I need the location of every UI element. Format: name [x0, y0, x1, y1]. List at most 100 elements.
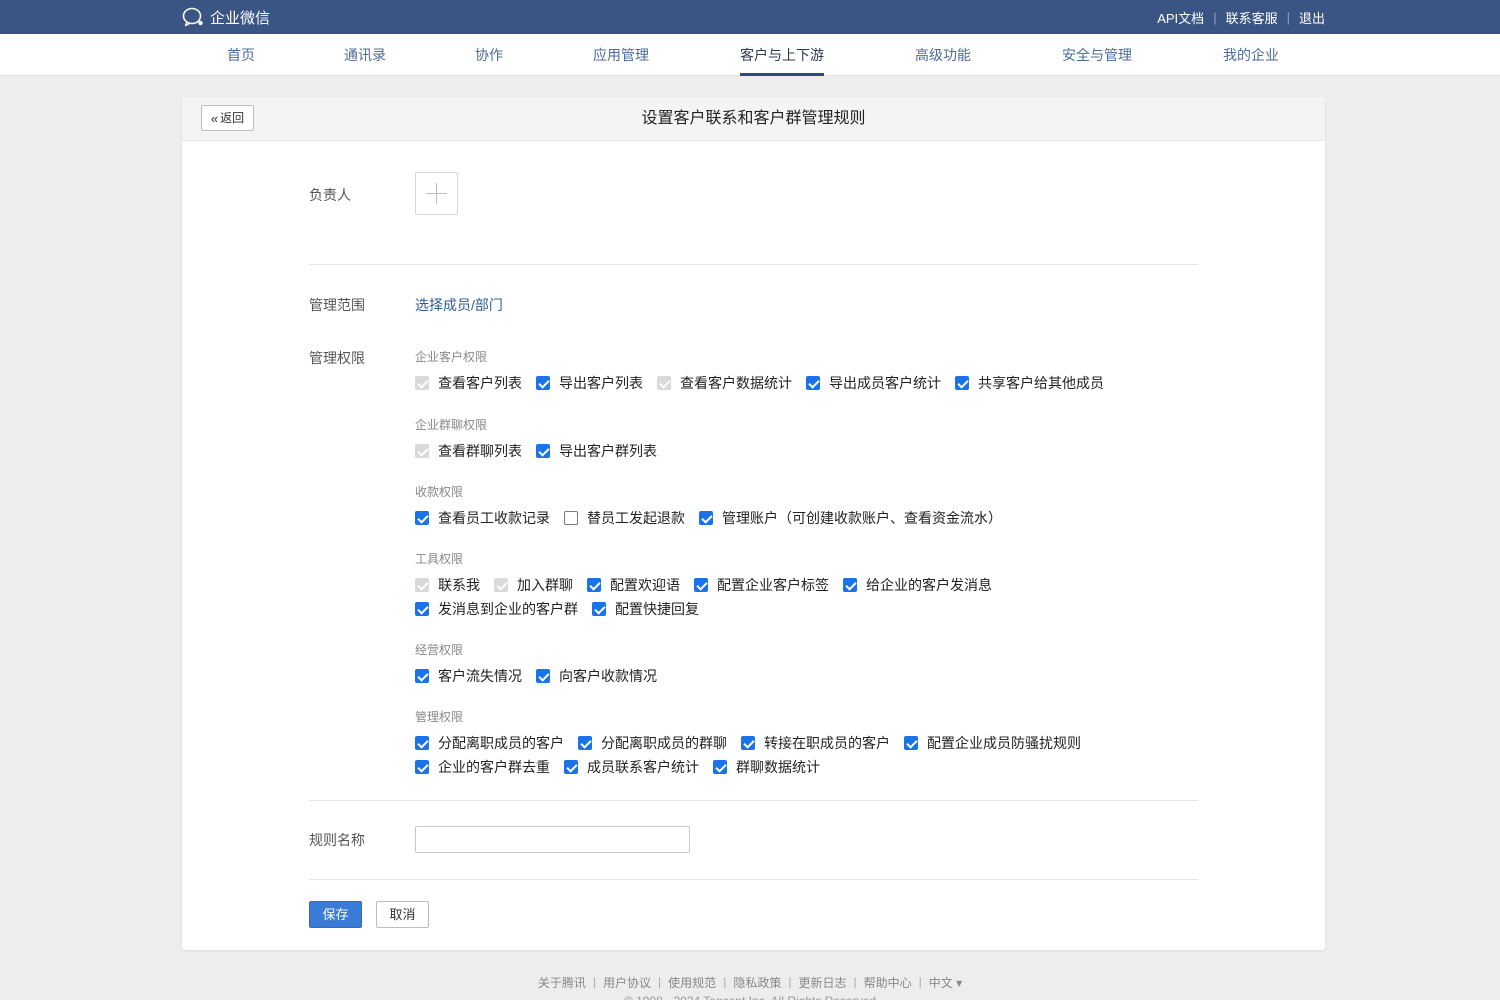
checkbox-empty-icon[interactable]: [564, 511, 578, 525]
checkbox-row: 发消息到企业的客户群 配置快捷回复: [415, 599, 713, 619]
footer-privacy-link[interactable]: 隐私政策: [733, 974, 781, 991]
footer-about-link[interactable]: 关于腾讯: [538, 974, 586, 991]
permission-checkbox[interactable]: 配置企业成员防骚扰规则: [904, 733, 1081, 753]
brand-logo[interactable]: 企业微信: [182, 6, 270, 28]
permission-label: 查看客户列表: [438, 375, 522, 391]
permission-checkbox[interactable]: 导出成员客户统计: [806, 373, 941, 393]
nav-customers[interactable]: 客户与上下游: [740, 34, 824, 76]
checkmark-icon[interactable]: [694, 578, 708, 592]
permission-checkbox[interactable]: 配置欢迎语: [587, 575, 680, 595]
copyright: © 1998 - 2024 Tencent Inc. All Rights Re…: [0, 994, 1500, 1000]
permission-checkbox[interactable]: 分配离职成员的客户: [415, 733, 564, 753]
save-button[interactable]: 保存: [309, 901, 362, 928]
checkmark-icon[interactable]: [955, 376, 969, 390]
permission-label: 配置欢迎语: [610, 577, 680, 593]
checkmark-icon[interactable]: [904, 736, 918, 750]
permission-checkbox[interactable]: 替员工发起退款: [564, 508, 685, 528]
checkbox-row: 客户流失情况 向客户收款情况: [415, 666, 671, 686]
checkmark-icon[interactable]: [699, 511, 713, 525]
checkmark-icon[interactable]: [536, 376, 550, 390]
permission-checkbox[interactable]: 给企业的客户发消息: [843, 575, 992, 595]
permissions-label: 管理权限: [309, 350, 365, 366]
permission-checkbox[interactable]: 客户流失情况: [415, 666, 522, 686]
language-select[interactable]: 中文 ▾: [929, 974, 962, 991]
permission-label: 替员工发起退款: [587, 510, 685, 526]
checkmark-icon[interactable]: [536, 444, 550, 458]
main-nav: 首页 通讯录 协作 应用管理 客户与上下游 高级功能 安全与管理 我的企业: [0, 34, 1500, 76]
permission-checkbox[interactable]: 向客户收款情况: [536, 666, 657, 686]
operations-permissions-title: 经营权限: [415, 643, 464, 657]
permission-checkbox[interactable]: 分配离职成员的群聊: [578, 733, 727, 753]
permission-checkbox: 联系我: [415, 575, 480, 595]
separator: |: [853, 975, 857, 989]
permission-label: 配置企业成员防骚扰规则: [927, 735, 1081, 751]
footer-usage-rules-link[interactable]: 使用规范: [668, 974, 716, 991]
contact-support-link[interactable]: 联系客服: [1226, 8, 1278, 27]
checkmark-icon: [415, 376, 429, 390]
checkmark-icon[interactable]: [415, 511, 429, 525]
back-button[interactable]: « 返回: [201, 105, 254, 131]
checkmark-icon[interactable]: [578, 736, 592, 750]
nav-home[interactable]: 首页: [227, 34, 255, 76]
checkmark-icon[interactable]: [806, 376, 820, 390]
api-docs-link[interactable]: API文档: [1157, 8, 1204, 27]
nav-advanced[interactable]: 高级功能: [915, 34, 971, 76]
payment-permissions-title: 收款权限: [415, 485, 464, 499]
permission-checkbox[interactable]: 配置快捷回复: [592, 599, 699, 619]
footer-changelog-link[interactable]: 更新日志: [798, 974, 846, 991]
divider: [309, 800, 1198, 801]
nav-security[interactable]: 安全与管理: [1062, 34, 1132, 76]
permission-checkbox[interactable]: 群聊数据统计: [713, 757, 820, 777]
permission-checkbox[interactable]: 企业的客户群去重: [415, 757, 550, 777]
checkmark-icon[interactable]: [415, 760, 429, 774]
permission-checkbox[interactable]: 查看员工收款记录: [415, 508, 550, 528]
rule-name-input[interactable]: [415, 826, 690, 853]
card-header: 设置客户联系和客户群管理规则 « 返回: [182, 97, 1325, 141]
permission-label: 查看员工收款记录: [438, 510, 550, 526]
permission-checkbox: 查看客户列表: [415, 373, 522, 393]
permission-checkbox[interactable]: 共享客户给其他成员: [955, 373, 1104, 393]
checkmark-icon[interactable]: [415, 736, 429, 750]
nav-my-company[interactable]: 我的企业: [1223, 34, 1279, 76]
permission-checkbox[interactable]: 成员联系客户统计: [564, 757, 699, 777]
permission-label: 配置快捷回复: [615, 601, 699, 617]
select-members-link[interactable]: 选择成员/部门: [415, 295, 503, 315]
permission-label: 共享客户给其他成员: [978, 375, 1104, 391]
nav-contacts[interactable]: 通讯录: [344, 34, 386, 76]
checkmark-icon[interactable]: [415, 669, 429, 683]
permission-checkbox[interactable]: 导出客户群列表: [536, 441, 657, 461]
checkmark-icon[interactable]: [592, 602, 606, 616]
checkmark-icon[interactable]: [564, 760, 578, 774]
scope-label: 管理范围: [309, 297, 365, 313]
checkmark-icon[interactable]: [536, 669, 550, 683]
nav-collaboration[interactable]: 协作: [475, 34, 503, 76]
footer-user-agreement-link[interactable]: 用户协议: [603, 974, 651, 991]
permission-label: 查看群聊列表: [438, 443, 522, 459]
management-permissions-title: 管理权限: [415, 710, 464, 724]
checkmark-icon[interactable]: [843, 578, 857, 592]
checkmark-icon[interactable]: [415, 602, 429, 616]
permission-label: 企业的客户群去重: [438, 759, 550, 775]
checkmark-icon[interactable]: [713, 760, 727, 774]
checkmark-icon[interactable]: [587, 578, 601, 592]
footer-help-link[interactable]: 帮助中心: [864, 974, 912, 991]
separator: |: [1213, 9, 1217, 25]
permission-label: 向客户收款情况: [559, 668, 657, 684]
back-label: 返回: [220, 111, 245, 125]
page-title: 设置客户联系和客户群管理规则: [641, 110, 866, 127]
permission-checkbox[interactable]: 转接在职成员的客户: [741, 733, 890, 753]
checkmark-icon[interactable]: [741, 736, 755, 750]
permission-label: 查看客户数据统计: [680, 375, 792, 391]
permission-label: 配置企业客户标签: [717, 577, 829, 593]
add-owner-button[interactable]: [415, 172, 458, 215]
separator: |: [723, 975, 727, 989]
permission-checkbox[interactable]: 管理账户（可创建收款账户、查看资金流水）: [699, 508, 1002, 528]
nav-app-management[interactable]: 应用管理: [593, 34, 649, 76]
permission-checkbox[interactable]: 配置企业客户标签: [694, 575, 829, 595]
logout-link[interactable]: 退出: [1299, 8, 1325, 27]
permission-checkbox[interactable]: 导出客户列表: [536, 373, 643, 393]
top-bar: 企业微信 API文档 | 联系客服 | 退出: [0, 0, 1500, 34]
cancel-button[interactable]: 取消: [376, 901, 429, 928]
permission-checkbox[interactable]: 发消息到企业的客户群: [415, 599, 578, 619]
checkmark-icon: [415, 578, 429, 592]
